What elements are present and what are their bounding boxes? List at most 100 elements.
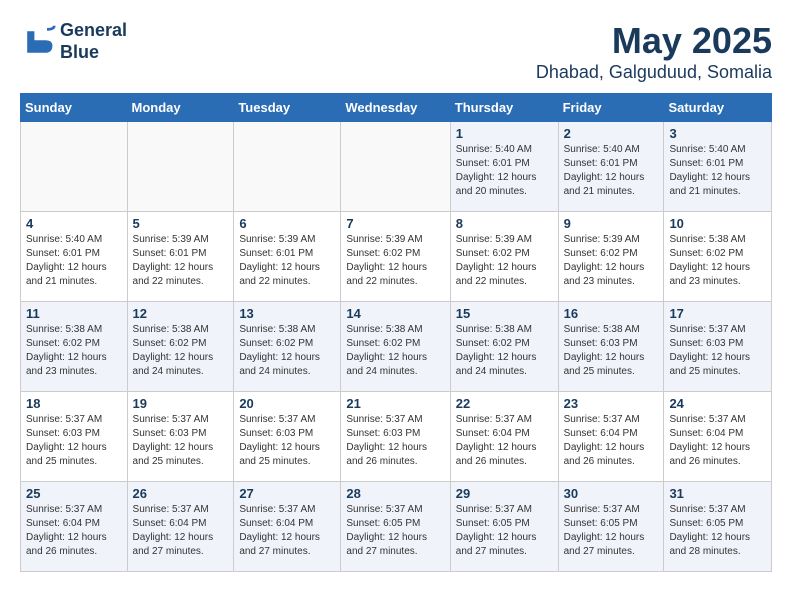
- day-info: Sunrise: 5:40 AM Sunset: 6:01 PM Dayligh…: [564, 143, 659, 199]
- day-info: Sunrise: 5:37 AM Sunset: 6:04 PM Dayligh…: [133, 503, 229, 559]
- day-number: 21: [346, 396, 444, 411]
- page-header: General Blue May 2025 Dhabad, Galguduud,…: [20, 20, 772, 83]
- day-number: 15: [456, 306, 553, 321]
- calendar-cell: [21, 122, 128, 212]
- calendar-cell: 1 Sunrise: 5:40 AM Sunset: 6:01 PM Daylig…: [450, 122, 558, 212]
- day-number: 16: [564, 306, 659, 321]
- day-number: 1: [456, 126, 553, 141]
- day-info: Sunrise: 5:38 AM Sunset: 6:02 PM Dayligh…: [456, 323, 553, 379]
- day-info: Sunrise: 5:37 AM Sunset: 6:04 PM Dayligh…: [669, 413, 766, 469]
- calendar-cell: 26 Sunrise: 5:37 AM Sunset: 6:04 PM Dayli…: [127, 482, 234, 572]
- calendar-cell: 7 Sunrise: 5:39 AM Sunset: 6:02 PM Daylig…: [341, 212, 450, 302]
- calendar-cell: [234, 122, 341, 212]
- day-number: 10: [669, 216, 766, 231]
- calendar-cell: 12Sunrise: 5:38 AM Sunset: 6:02 PM Dayli…: [127, 302, 234, 392]
- month-title: May 2025: [536, 20, 772, 62]
- day-number: 18: [26, 396, 122, 411]
- day-info: Sunrise: 5:37 AM Sunset: 6:03 PM Dayligh…: [346, 413, 444, 469]
- day-info: Sunrise: 5:38 AM Sunset: 6:02 PM Dayligh…: [669, 233, 766, 289]
- calendar-cell: 14 Sunrise: 5:38 AM Sunset: 6:02 PM Dayli…: [341, 302, 450, 392]
- calendar-cell: 9 Sunrise: 5:39 AM Sunset: 6:02 PM Daylig…: [558, 212, 664, 302]
- weekday-header-row: SundayMondayTuesdayWednesdayThursdayFrid…: [21, 94, 772, 122]
- weekday-header-monday: Monday: [127, 94, 234, 122]
- weekday-header-wednesday: Wednesday: [341, 94, 450, 122]
- week-row-2: 4 Sunrise: 5:40 AM Sunset: 6:01 PM Daylig…: [21, 212, 772, 302]
- calendar-cell: 16 Sunrise: 5:38 AM Sunset: 6:03 PM Dayli…: [558, 302, 664, 392]
- calendar-cell: 25 Sunrise: 5:37 AM Sunset: 6:04 PM Dayli…: [21, 482, 128, 572]
- day-info: Sunrise: 5:38 AM Sunset: 6:02 PM Dayligh…: [239, 323, 335, 379]
- calendar-cell: 21 Sunrise: 5:37 AM Sunset: 6:03 PM Dayli…: [341, 392, 450, 482]
- calendar-cell: 13 Sunrise: 5:38 AM Sunset: 6:02 PM Dayli…: [234, 302, 341, 392]
- day-info: Sunrise: 5:40 AM Sunset: 6:01 PM Dayligh…: [456, 143, 553, 199]
- weekday-header-thursday: Thursday: [450, 94, 558, 122]
- calendar-cell: 31 Sunrise: 5:37 AM Sunset: 6:05 PM Dayli…: [664, 482, 772, 572]
- calendar-cell: 8 Sunrise: 5:39 AM Sunset: 6:02 PM Daylig…: [450, 212, 558, 302]
- day-number: 19: [133, 396, 229, 411]
- calendar-cell: 15 Sunrise: 5:38 AM Sunset: 6:02 PM Dayli…: [450, 302, 558, 392]
- calendar-cell: 11 Sunrise: 5:38 AM Sunset: 6:02 PM Dayli…: [21, 302, 128, 392]
- day-number: 25: [26, 486, 122, 501]
- day-number: 30: [564, 486, 659, 501]
- day-info: Sunrise: 5:39 AM Sunset: 6:02 PM Dayligh…: [564, 233, 659, 289]
- day-info: Sunrise: 5:37 AM Sunset: 6:04 PM Dayligh…: [239, 503, 335, 559]
- day-info: Sunrise: 5:37 AM Sunset: 6:03 PM Dayligh…: [133, 413, 229, 469]
- weekday-header-sunday: Sunday: [21, 94, 128, 122]
- day-number: 29: [456, 486, 553, 501]
- week-row-4: 18 Sunrise: 5:37 AM Sunset: 6:03 PM Dayli…: [21, 392, 772, 482]
- day-info: Sunrise: 5:37 AM Sunset: 6:03 PM Dayligh…: [239, 413, 335, 469]
- day-number: 31: [669, 486, 766, 501]
- day-number: 7: [346, 216, 444, 231]
- day-info: Sunrise: 5:38 AM Sunset: 6:02 PM Dayligh…: [346, 323, 444, 379]
- day-number: 9: [564, 216, 659, 231]
- day-number: 17: [669, 306, 766, 321]
- day-number: 20: [239, 396, 335, 411]
- calendar-cell: [127, 122, 234, 212]
- day-info: Sunrise: 5:39 AM Sunset: 6:01 PM Dayligh…: [239, 233, 335, 289]
- day-number: 13: [239, 306, 335, 321]
- calendar-table: SundayMondayTuesdayWednesdayThursdayFrid…: [20, 93, 772, 572]
- calendar-cell: 20 Sunrise: 5:37 AM Sunset: 6:03 PM Dayli…: [234, 392, 341, 482]
- weekday-header-saturday: Saturday: [664, 94, 772, 122]
- day-info: Sunrise: 5:38 AM Sunset: 6:03 PM Dayligh…: [564, 323, 659, 379]
- day-info: Sunrise: 5:37 AM Sunset: 6:04 PM Dayligh…: [564, 413, 659, 469]
- calendar-cell: 18Sunrise: 5:37 AM Sunset: 6:03 PM Dayli…: [21, 392, 128, 482]
- logo: General Blue: [20, 20, 127, 63]
- day-info: Sunrise: 5:40 AM Sunset: 6:01 PM Dayligh…: [669, 143, 766, 199]
- day-number: 14: [346, 306, 444, 321]
- calendar-cell: 22Sunrise: 5:37 AM Sunset: 6:04 PM Dayli…: [450, 392, 558, 482]
- day-info: Sunrise: 5:39 AM Sunset: 6:02 PM Dayligh…: [456, 233, 553, 289]
- day-info: Sunrise: 5:37 AM Sunset: 6:05 PM Dayligh…: [564, 503, 659, 559]
- calendar-cell: 2Sunrise: 5:40 AM Sunset: 6:01 PM Daylig…: [558, 122, 664, 212]
- day-number: 11: [26, 306, 122, 321]
- day-number: 23: [564, 396, 659, 411]
- day-info: Sunrise: 5:37 AM Sunset: 6:05 PM Dayligh…: [456, 503, 553, 559]
- day-info: Sunrise: 5:40 AM Sunset: 6:01 PM Dayligh…: [26, 233, 122, 289]
- day-number: 27: [239, 486, 335, 501]
- calendar-cell: 4 Sunrise: 5:40 AM Sunset: 6:01 PM Daylig…: [21, 212, 128, 302]
- day-info: Sunrise: 5:37 AM Sunset: 6:04 PM Dayligh…: [26, 503, 122, 559]
- day-number: 28: [346, 486, 444, 501]
- day-number: 4: [26, 216, 122, 231]
- calendar-cell: 17Sunrise: 5:37 AM Sunset: 6:03 PM Dayli…: [664, 302, 772, 392]
- day-info: Sunrise: 5:38 AM Sunset: 6:02 PM Dayligh…: [26, 323, 122, 379]
- calendar-cell: 24Sunrise: 5:37 AM Sunset: 6:04 PM Dayli…: [664, 392, 772, 482]
- day-number: 6: [239, 216, 335, 231]
- day-info: Sunrise: 5:37 AM Sunset: 6:05 PM Dayligh…: [346, 503, 444, 559]
- day-info: Sunrise: 5:37 AM Sunset: 6:05 PM Dayligh…: [669, 503, 766, 559]
- day-info: Sunrise: 5:39 AM Sunset: 6:01 PM Dayligh…: [133, 233, 229, 289]
- calendar-cell: [341, 122, 450, 212]
- logo-icon: [20, 24, 56, 60]
- day-number: 5: [133, 216, 229, 231]
- day-number: 26: [133, 486, 229, 501]
- logo-text: General Blue: [60, 20, 127, 63]
- location-title: Dhabad, Galguduud, Somalia: [536, 62, 772, 83]
- weekday-header-friday: Friday: [558, 94, 664, 122]
- day-number: 8: [456, 216, 553, 231]
- calendar-cell: 5 Sunrise: 5:39 AM Sunset: 6:01 PM Daylig…: [127, 212, 234, 302]
- day-number: 3: [669, 126, 766, 141]
- calendar-cell: 29 Sunrise: 5:37 AM Sunset: 6:05 PM Dayli…: [450, 482, 558, 572]
- day-info: Sunrise: 5:39 AM Sunset: 6:02 PM Dayligh…: [346, 233, 444, 289]
- weekday-header-tuesday: Tuesday: [234, 94, 341, 122]
- calendar-cell: 23 Sunrise: 5:37 AM Sunset: 6:04 PM Dayli…: [558, 392, 664, 482]
- week-row-3: 11 Sunrise: 5:38 AM Sunset: 6:02 PM Dayli…: [21, 302, 772, 392]
